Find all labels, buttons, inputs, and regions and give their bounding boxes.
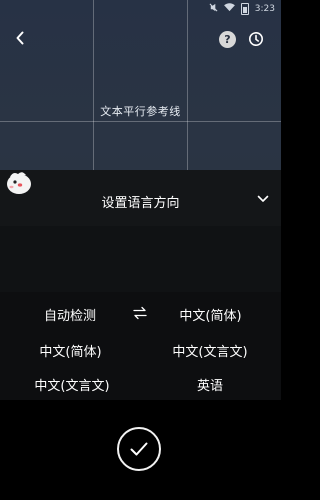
grid-line-horizontal: [0, 121, 281, 122]
status-time: 3:23: [254, 4, 275, 14]
language-option[interactable]: 英语: [175, 375, 245, 394]
confirm-button[interactable]: [117, 427, 161, 471]
target-language-selector[interactable]: 中文(简体): [168, 305, 253, 324]
chevron-down-icon: [257, 195, 269, 202]
help-icon: ?: [224, 33, 231, 46]
battery-icon: [240, 3, 249, 15]
language-option[interactable]: 中文(文言文): [22, 375, 122, 394]
sheet-title: 设置语言方向: [101, 196, 180, 211]
checkmark-icon: [130, 442, 148, 456]
help-button[interactable]: ?: [219, 31, 236, 48]
back-button[interactable]: [10, 27, 30, 49]
clock-icon: [249, 32, 263, 46]
parallel-guide-label: 文本平行参考线: [100, 105, 181, 118]
source-language-selector[interactable]: 自动检测: [30, 305, 110, 324]
status-bar: 3:23: [209, 0, 275, 18]
wifi-icon: [223, 3, 235, 15]
collapse-sheet-button[interactable]: [252, 188, 274, 210]
sheet-spacer: [0, 226, 281, 292]
language-option[interactable]: 中文(简体): [28, 341, 113, 360]
language-option[interactable]: 中文(文言文): [160, 341, 260, 360]
chevron-left-icon: [16, 31, 24, 45]
history-button[interactable]: [246, 29, 266, 49]
swap-arrows-icon[interactable]: [132, 305, 148, 321]
mute-icon: [209, 3, 218, 15]
language-direction-screen: 3:23 ? 文本平行参考线 设置语言方向 自动检测 中文(简体) 中文(简体)…: [0, 0, 281, 500]
